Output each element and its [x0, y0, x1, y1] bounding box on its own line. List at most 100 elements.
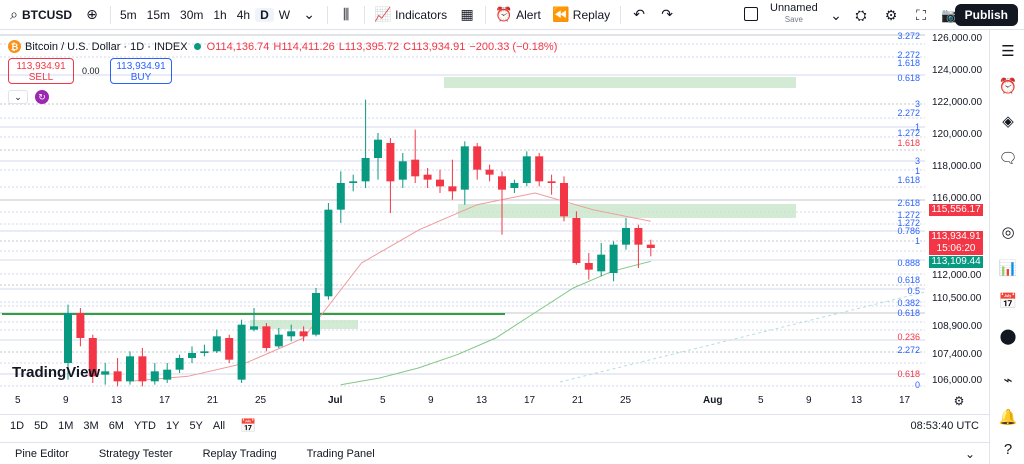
alert-button[interactable]: ⏰ Alert — [490, 0, 547, 30]
range-bar: 1D 5D 1M 3M 6M YTD 1Y 5Y All 📅 08:53:40 … — [0, 414, 989, 436]
fib-label: 0.618 — [897, 275, 920, 285]
candle-body — [584, 263, 593, 270]
target-icon[interactable]: ◎ — [999, 223, 1017, 241]
compare-button[interactable]: ⊕ — [78, 0, 106, 30]
candle-body — [349, 181, 358, 183]
collapse-legend-button[interactable]: ⌄ — [8, 90, 28, 104]
upper-price-tag: 115,556.17 — [929, 204, 983, 216]
fib-label: 1.618 — [897, 175, 920, 185]
range-1m[interactable]: 1M — [53, 420, 78, 432]
timeframe-d[interactable]: D — [255, 7, 274, 22]
apps-grid-icon[interactable]: ⬤ — [999, 327, 1017, 345]
candle-body — [436, 179, 444, 187]
sync-icon[interactable]: ↻ — [35, 90, 49, 104]
notifications-bell-icon[interactable]: 🔔 — [999, 408, 1018, 426]
symbol-label: BTCUSD — [22, 7, 72, 22]
price-axis-label: 112,000.00 — [932, 270, 982, 281]
layout-checkbox[interactable] — [744, 7, 758, 21]
collapse-panel-icon[interactable]: ⌄ — [962, 446, 978, 462]
fib-label: 3.272 — [897, 31, 920, 41]
calendar-sidebar-icon[interactable]: 📅 — [999, 292, 1018, 310]
fullscreen-icon[interactable]: ⛶ — [913, 7, 929, 23]
broadcast-icon[interactable]: ⌁ — [999, 371, 1017, 389]
timeframe-w[interactable]: W — [274, 8, 295, 22]
fib-label: 1.272 — [897, 128, 920, 138]
candle-body — [398, 161, 407, 180]
timeframe-15m[interactable]: 15m — [142, 8, 175, 22]
chat-icon[interactable]: 🗨 — [998, 149, 1017, 167]
templates-button[interactable]: ▦ — [453, 0, 481, 30]
range-6m[interactable]: 6M — [104, 420, 129, 432]
divider — [364, 5, 366, 24]
bar-countdown-tag: 15:06:20 — [929, 243, 983, 255]
timeframe-4h[interactable]: 4h — [232, 8, 255, 22]
timeframe-30m[interactable]: 30m — [175, 8, 208, 22]
fib-label: 1.618 — [897, 138, 920, 148]
price-axis-label: 106,000.00 — [932, 375, 983, 386]
date-label: 21 — [207, 395, 219, 406]
alert-label: Alert — [516, 7, 541, 22]
tab-replay-trading[interactable]: Replay Trading — [188, 448, 292, 460]
range-5y[interactable]: 5Y — [184, 420, 207, 432]
timeframe-5m[interactable]: 5m — [115, 8, 142, 22]
axis-settings-icon[interactable]: ⚙ — [951, 393, 967, 409]
range-1y[interactable]: 1Y — [161, 420, 184, 432]
range-3m[interactable]: 3M — [78, 420, 103, 432]
candle-body — [225, 338, 234, 360]
range-ytd[interactable]: YTD — [129, 420, 161, 432]
fib-label: 0.5 — [907, 286, 920, 296]
candle-body — [473, 146, 482, 170]
price-chart[interactable] — [0, 30, 989, 408]
range-1d[interactable]: 1D — [0, 420, 29, 432]
tab-pine-editor[interactable]: Pine Editor — [0, 448, 84, 460]
publish-button[interactable]: Publish — [954, 4, 1018, 26]
symbol-search[interactable]: ⌕ BTCUSD — [0, 0, 78, 30]
candle-body — [312, 293, 320, 335]
buy-button[interactable]: 113,934.91 BUY — [110, 58, 172, 84]
candle-body — [101, 371, 110, 375]
range-all[interactable]: All — [208, 420, 230, 432]
redo-button[interactable]: ↷ — [653, 0, 681, 30]
calendar-icon[interactable]: 📅 — [240, 418, 256, 434]
replay-button[interactable]: ⏪ Replay — [547, 0, 616, 30]
rewind-icon: ⏪ — [552, 6, 570, 22]
alerts-clock-icon[interactable]: ⏰ — [999, 77, 1018, 95]
candle-body — [113, 371, 122, 382]
sell-button[interactable]: 113,934.91 SELL — [8, 58, 74, 84]
tab-trading-panel[interactable]: Trading Panel — [292, 448, 390, 460]
candle-body — [485, 169, 494, 175]
ideas-icon[interactable]: 📊 — [999, 259, 1018, 277]
undo-icon: ↶ — [633, 6, 646, 22]
candle-body — [126, 356, 134, 382]
redo-icon: ↷ — [661, 6, 674, 22]
date-label: 13 — [476, 395, 488, 406]
time-readout[interactable]: 08:53:40 UTC — [911, 420, 979, 432]
timeframe-dropdown[interactable]: ⌄ — [295, 0, 323, 30]
resistance-zone — [444, 77, 796, 88]
search-icon: ⌕ — [10, 6, 18, 22]
tab-strategy-tester[interactable]: Strategy Tester — [84, 448, 188, 460]
price-axis-label: 116,000.00 — [932, 193, 982, 204]
settings-icon[interactable]: ⚙ — [883, 7, 899, 23]
price-axis-label: 126,000.00 — [932, 33, 983, 44]
layers-icon[interactable]: ◈ — [999, 112, 1017, 130]
indicators-button[interactable]: 📈 Indicators — [369, 0, 453, 30]
buy-label: BUY — [130, 72, 152, 83]
object-tree-icon[interactable]: ⛭ — [853, 7, 869, 23]
watchlist-icon[interactable]: ☰ — [999, 42, 1017, 60]
legend-open: O114,136.74 — [206, 40, 270, 53]
candle-body — [64, 313, 72, 363]
layout-chevron-icon[interactable]: ⌄ — [828, 7, 844, 23]
price-axis-label: 120,000.00 — [932, 129, 983, 140]
timeframe-1h[interactable]: 1h — [208, 8, 231, 22]
candle-body — [597, 254, 606, 272]
top-toolbar: ⌕ BTCUSD ⊕ 5m 15m 30m 1h 4h D W ⌄ ⫼ 📈 In… — [0, 0, 1024, 30]
layout-name[interactable]: Unnamed Save — [770, 3, 818, 25]
legend-change: −200.33 (−0.18%) — [469, 40, 558, 53]
range-5d[interactable]: 5D — [29, 420, 53, 432]
undo-button[interactable]: ↶ — [625, 0, 653, 30]
candle-body — [138, 356, 147, 382]
chart-type-button[interactable]: ⫼ — [332, 0, 360, 30]
help-icon[interactable]: ? — [999, 440, 1017, 458]
chart-area[interactable] — [0, 30, 989, 408]
